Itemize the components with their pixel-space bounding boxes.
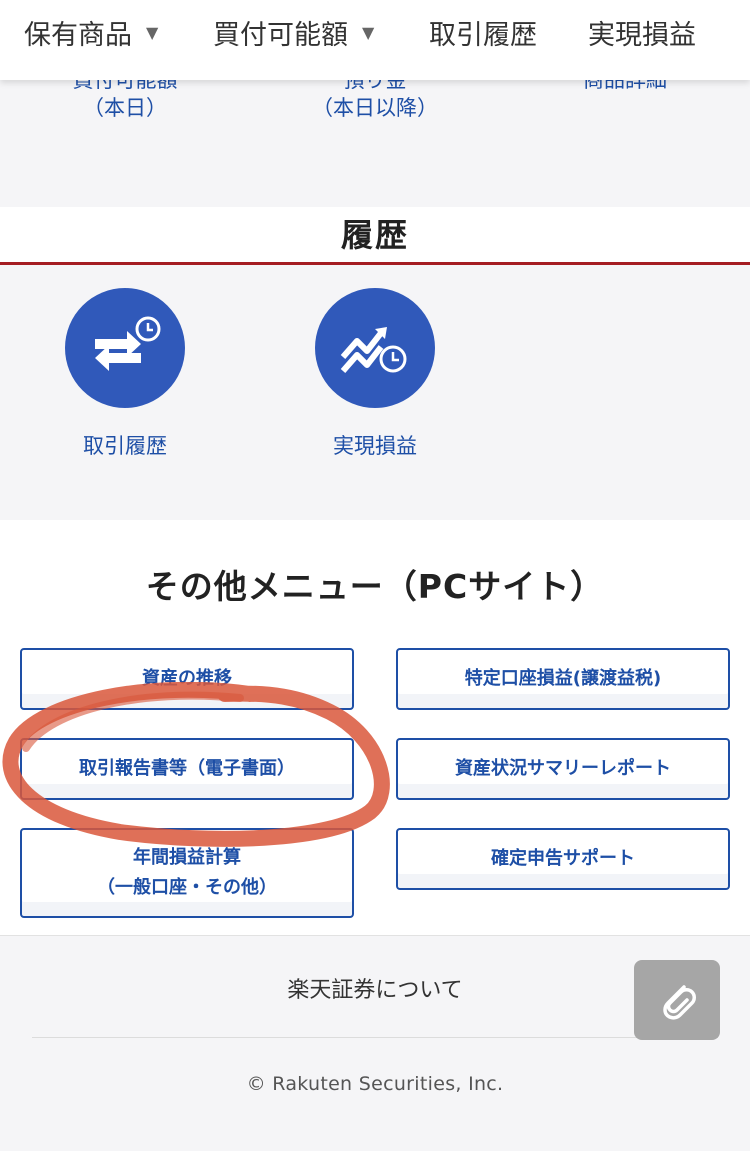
realized-pl-label: 実現損益 [333,434,417,458]
attachment-button[interactable] [634,960,720,1040]
realized-pl-circle[interactable] [315,288,435,408]
tab-realized-pl[interactable]: 実現損益 [588,14,696,51]
history-buttons-area: 取引履歴 実現損益 [0,268,750,520]
paperclip-icon [663,985,696,1020]
summary-row-partial: 買付可能額 （本日） 預り金 （本日以降） 商品詳細 [0,80,750,207]
history-section-header: 履歴 [0,207,750,265]
asset-summary-report-button[interactable]: 資産状況サマリーレポート [396,738,730,800]
tab-holdings[interactable]: 保有商品 ▼ [24,14,159,51]
other-menu-section: その他メニュー（PCサイト） 資産の推移 特定口座損益(譲渡益税) 取引報告書等… [0,520,750,935]
tab-holdings-label: 保有商品 [24,19,132,51]
peek-item-label-top: 買付可能額 [72,80,178,92]
asset-trend-label: 資産の推移 [142,668,232,689]
section-title: 履歴 [340,216,409,254]
specific-account-pl-button[interactable]: 特定口座損益(譲渡益税) [396,648,730,710]
tab-trade-history[interactable]: 取引履歴 [429,14,537,51]
trade-history-circle[interactable] [65,288,185,408]
other-menu-title: その他メニュー（PCサイト） [145,567,605,606]
peek-item-label-bottom: （本日） [83,96,167,120]
peek-item-label-top: 商品詳細 [583,80,667,92]
top-tab-bar: 保有商品 ▼ 買付可能額 ▼ 取引履歴 実現損益 [0,0,750,80]
realized-pl-button[interactable]: 実現損益 [295,288,455,460]
copyright-text: © Rakuten Securities, Inc. [246,1073,504,1095]
trade-history-button[interactable]: 取引履歴 [45,288,205,460]
trade-history-label: 取引履歴 [83,434,167,458]
annual-pl-calc-button[interactable]: 年間損益計算 （一般口座・その他） [20,828,354,918]
trade-report-button[interactable]: 取引報告書等（電子書面） [20,738,354,800]
tab-buying-power-label: 買付可能額 [213,19,348,51]
exchange-history-icon [95,316,161,371]
footer-divider [32,1037,718,1038]
specific-account-pl-label: 特定口座損益(譲渡益税) [464,668,662,689]
peek-item-label-bottom: （本日以降） [312,96,438,120]
tab-realized-pl-label: 実現損益 [588,19,696,51]
asset-summary-report-label: 資産状況サマリーレポート [455,758,671,779]
profit-history-icon [340,327,407,373]
caret-down-icon: ▼ [146,22,159,42]
tax-return-support-label: 確定申告サポート [491,848,635,869]
peek-item-label-top: 預り金 [343,80,407,92]
peek-item-product-detail[interactable]: 商品詳細 [535,80,715,94]
peek-item-buying-power[interactable]: 買付可能額 （本日） [35,80,215,122]
tab-trade-history-label: 取引履歴 [429,19,537,51]
annual-pl-calc-label-line1: 年間損益計算 [133,847,241,868]
caret-down-icon: ▼ [362,22,375,42]
peek-item-deposit[interactable]: 預り金 （本日以降） [285,80,465,122]
asset-trend-button[interactable]: 資産の推移 [20,648,354,710]
annual-pl-calc-label-line2: （一般口座・その他） [97,877,277,898]
trade-report-label: 取引報告書等（電子書面） [79,758,295,779]
tax-return-support-button[interactable]: 確定申告サポート [396,828,730,890]
tab-buying-power[interactable]: 買付可能額 ▼ [213,14,375,51]
